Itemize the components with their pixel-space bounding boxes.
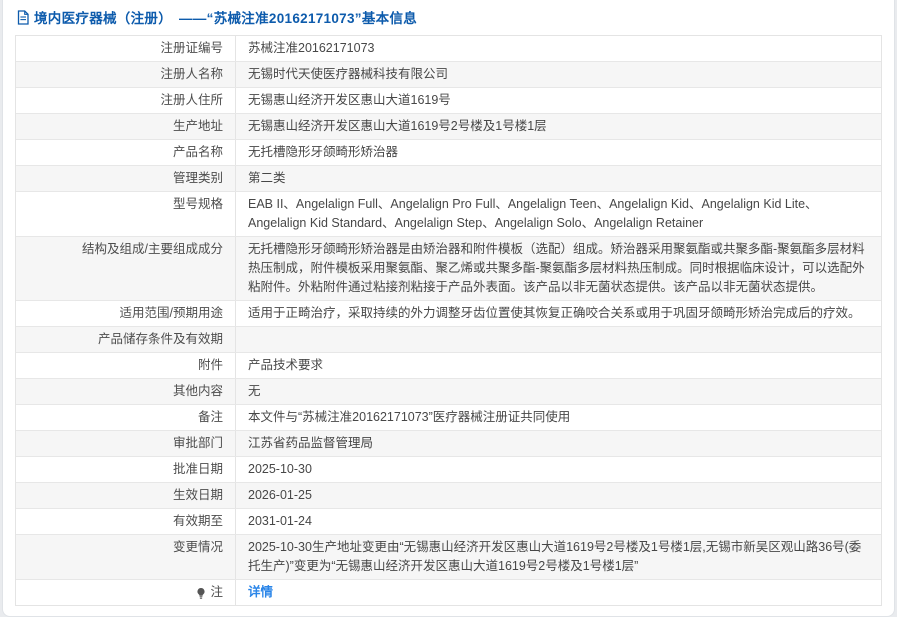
table-row-change-history: 变更情况 2025-10-30生产地址变更由“无锡惠山经济开发区惠山大道1619… xyxy=(16,535,881,580)
content-card: 境内医疗器械（注册） ——“苏械注准20162171073”基本信息 注册证编号… xyxy=(2,0,895,617)
document-icon xyxy=(16,9,30,25)
table-row-reg-number: 注册证编号 苏械注准20162171073 xyxy=(16,36,881,62)
row-label: 备注 xyxy=(16,405,236,430)
table-row-composition: 结构及组成/主要组成成分 无托槽隐形牙颌畸形矫治器是由矫治器和附件模板（选配）组… xyxy=(16,237,881,301)
row-label-text: 注 xyxy=(210,585,223,599)
table-row-model-spec: 型号规格 EAB II、Angelalign Full、Angelalign P… xyxy=(16,192,881,237)
table-row-expiry-date: 有效期至 2031-01-24 xyxy=(16,509,881,535)
row-label: 结构及组成/主要组成成分 xyxy=(16,237,236,300)
table-row-approval-department: 审批部门 江苏省药品监督管理局 xyxy=(16,431,881,457)
registration-info-table: 注册证编号 苏械注准20162171073 注册人名称 无锡时代天使医疗器械科技… xyxy=(15,35,882,606)
row-value: EAB II、Angelalign Full、Angelalign Pro Fu… xyxy=(248,197,818,230)
row-value: 无托槽隐形牙颌畸形矫治器 xyxy=(248,145,399,159)
row-value: 江苏省药品监督管理局 xyxy=(248,436,374,450)
table-row-registrant-name: 注册人名称 无锡时代天使医疗器械科技有限公司 xyxy=(16,62,881,88)
table-row-registrant-address: 注册人住所 无锡惠山经济开发区惠山大道1619号 xyxy=(16,88,881,114)
row-label: 注册人住所 xyxy=(16,88,236,113)
table-row-effective-date: 生效日期 2026-01-25 xyxy=(16,483,881,509)
row-value: 产品技术要求 xyxy=(248,358,324,372)
row-value: 第二类 xyxy=(248,171,286,185)
details-link[interactable]: 详情 xyxy=(248,583,273,602)
row-label: 附件 xyxy=(16,353,236,378)
table-row-intended-use: 适用范围/预期用途 适用于正畸治疗，采取持续的外力调整牙齿位置使其恢复正确咬合关… xyxy=(16,301,881,327)
table-row-production-address: 生产地址 无锡惠山经济开发区惠山大道1619号2号楼及1号楼1层 xyxy=(16,114,881,140)
row-label: 管理类别 xyxy=(16,166,236,191)
row-value: 2025-10-30生产地址变更由“无锡惠山经济开发区惠山大道1619号2号楼及… xyxy=(248,540,862,573)
row-label: 生产地址 xyxy=(16,114,236,139)
table-row-other-content: 其他内容 无 xyxy=(16,379,881,405)
table-row-attachments: 附件 产品技术要求 xyxy=(16,353,881,379)
row-label: 审批部门 xyxy=(16,431,236,456)
row-value: 2025-10-30 xyxy=(248,462,312,476)
row-label: 其他内容 xyxy=(16,379,236,404)
table-row-approval-date: 批准日期 2025-10-30 xyxy=(16,457,881,483)
row-label: 批准日期 xyxy=(16,457,236,482)
page-title: 境内医疗器械（注册） ——“苏械注准20162171073”基本信息 xyxy=(34,11,418,26)
table-row-note: 注 详情 xyxy=(16,580,881,605)
row-value: 无锡惠山经济开发区惠山大道1619号 xyxy=(248,93,451,107)
table-row-remarks: 备注 本文件与“苏械注准20162171073”医疗器械注册证共同使用 xyxy=(16,405,881,431)
row-value: 适用于正畸治疗，采取持续的外力调整牙齿位置使其恢复正确咬合关系或用于巩固牙颌畸形… xyxy=(248,306,861,320)
lightbulb-icon xyxy=(195,587,207,600)
row-value: 2026-01-25 xyxy=(248,488,312,502)
row-label: 变更情况 xyxy=(16,535,236,579)
row-value: 苏械注准20162171073 xyxy=(248,41,375,55)
row-label: 注 xyxy=(16,580,236,605)
row-value: 无 xyxy=(248,384,261,398)
row-label: 产品名称 xyxy=(16,140,236,165)
table-row-product-name: 产品名称 无托槽隐形牙颌畸形矫治器 xyxy=(16,140,881,166)
row-label: 产品储存条件及有效期 xyxy=(16,327,236,352)
row-value xyxy=(236,327,881,352)
row-label: 有效期至 xyxy=(16,509,236,534)
table-row-storage-conditions: 产品储存条件及有效期 xyxy=(16,327,881,353)
row-value: 2031-01-24 xyxy=(248,514,312,528)
row-value: 无托槽隐形牙颌畸形矫治器是由矫治器和附件模板（选配）组成。矫治器采用聚氨酯或共聚… xyxy=(248,242,865,294)
row-label: 适用范围/预期用途 xyxy=(16,301,236,326)
row-label: 型号规格 xyxy=(16,192,236,236)
row-value: 详情 xyxy=(236,580,881,605)
row-value: 无锡惠山经济开发区惠山大道1619号2号楼及1号楼1层 xyxy=(248,119,547,133)
table-row-management-category: 管理类别 第二类 xyxy=(16,166,881,192)
row-value: 无锡时代天使医疗器械科技有限公司 xyxy=(248,67,449,81)
row-label: 注册证编号 xyxy=(16,36,236,61)
row-label: 注册人名称 xyxy=(16,62,236,87)
row-label: 生效日期 xyxy=(16,483,236,508)
page-header: 境内医疗器械（注册） ——“苏械注准20162171073”基本信息 xyxy=(3,0,894,33)
row-value: 本文件与“苏械注准20162171073”医疗器械注册证共同使用 xyxy=(248,410,571,424)
